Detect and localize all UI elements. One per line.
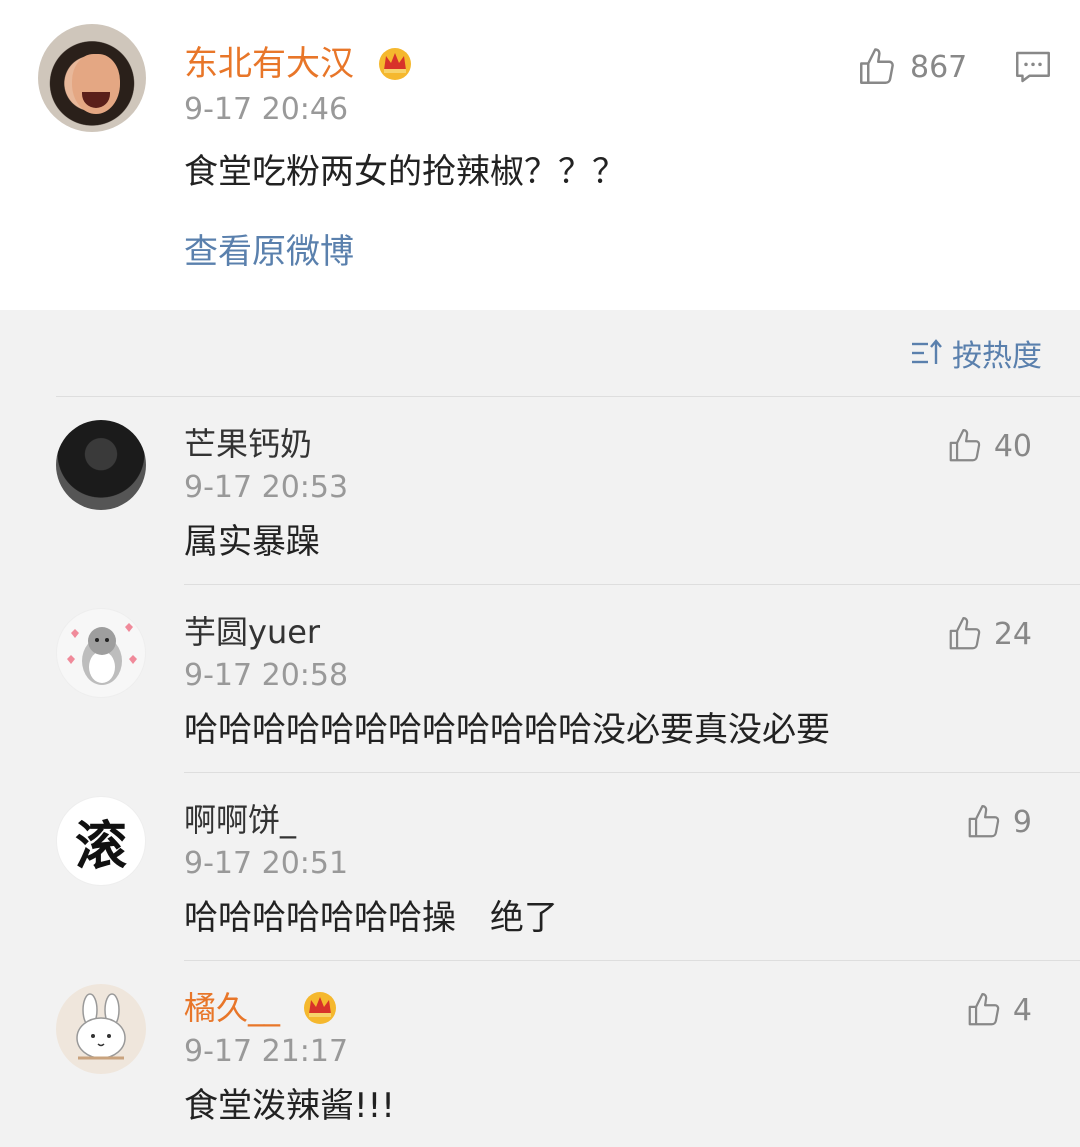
thumbs-up-icon — [949, 429, 981, 462]
commenter-name-text[interactable]: 橘久__ — [184, 989, 280, 1027]
post-like-count: 867 — [910, 49, 968, 85]
comment-like-button[interactable]: 24 — [946, 612, 1032, 656]
comment-time: 9-17 21:17 — [184, 1034, 349, 1069]
penguin-icon — [67, 623, 137, 685]
crown-icon — [378, 47, 411, 80]
crown-icon — [304, 992, 337, 1024]
post-text: 食堂吃粉两女的抢辣椒？？？ — [184, 152, 626, 192]
commenter-name[interactable]: 芋圆yuer — [184, 610, 320, 654]
author-avatar[interactable] — [38, 24, 146, 132]
thumbs-up-icon — [949, 617, 981, 650]
author-name[interactable]: 东北有大汉 — [184, 40, 415, 88]
comment-like-button[interactable]: 9 — [965, 800, 1032, 844]
thumbs-up-icon — [968, 805, 1000, 838]
comment-time: 9-17 20:53 — [184, 470, 349, 505]
bunny-icon — [76, 993, 126, 1060]
comment-item: 芒果钙奶 9-17 20:53 属实暴躁 40 — [0, 396, 1080, 584]
comment-like-count: 9 — [1012, 804, 1032, 840]
comment-item: 橘久__ 9-17 21:17 食堂泼辣酱!!! 4 — [0, 960, 1080, 1147]
comment-like-count: 24 — [993, 616, 1032, 652]
sort-icon — [912, 339, 942, 364]
commenter-avatar[interactable]: 滚 — [56, 796, 146, 886]
sort-label: 按热度 — [952, 339, 1042, 374]
post-time: 9-17 20:46 — [184, 92, 349, 127]
comment-text: 哈哈哈哈哈哈哈哈哈哈哈哈没必要真没必要 — [184, 710, 830, 750]
commenter-name[interactable]: 橘久__ — [184, 986, 340, 1030]
comment-icon[interactable] — [1012, 46, 1054, 88]
comment-item: 滚 啊啊饼_ 9-17 20:51 哈哈哈哈哈哈哈操 绝了 9 — [0, 772, 1080, 960]
comment-like-count: 40 — [993, 428, 1032, 464]
original-post-card: 东北有大汉 9-17 20:46 食堂吃粉两女的抢辣椒？？？ 查看原微博 867 — [0, 0, 1080, 310]
comment-text: 属实暴躁 — [184, 522, 320, 562]
comment-text: 食堂泼辣酱!!! — [184, 1086, 395, 1126]
comment-item: 芋圆yuer 9-17 20:58 哈哈哈哈哈哈哈哈哈哈哈哈没必要真没必要 24 — [0, 584, 1080, 772]
comment-time: 9-17 20:51 — [184, 846, 349, 881]
avatar-glyph: 滚 — [74, 815, 127, 877]
comment-like-count: 4 — [1012, 992, 1032, 1028]
commenter-avatar[interactable] — [56, 420, 146, 510]
comment-like-button[interactable]: 4 — [965, 988, 1032, 1032]
commenter-avatar[interactable] — [56, 984, 146, 1074]
commenter-name[interactable]: 芒果钙奶 — [184, 422, 312, 466]
comment-time: 9-17 20:58 — [184, 658, 349, 693]
author-name-text[interactable]: 东北有大汉 — [184, 44, 354, 84]
commenter-avatar[interactable] — [56, 608, 146, 698]
sort-button[interactable]: 按热度 — [910, 330, 1042, 376]
post-like-button[interactable]: 867 — [856, 44, 967, 90]
comment-like-button[interactable]: 40 — [946, 424, 1032, 468]
thumbs-up-icon — [860, 48, 894, 84]
commenter-name[interactable]: 啊啊饼_ — [184, 798, 296, 842]
thumbs-up-icon — [968, 993, 1000, 1026]
view-original-link[interactable]: 查看原微博 — [184, 228, 354, 276]
comment-text: 哈哈哈哈哈哈哈操 绝了 — [184, 898, 558, 938]
